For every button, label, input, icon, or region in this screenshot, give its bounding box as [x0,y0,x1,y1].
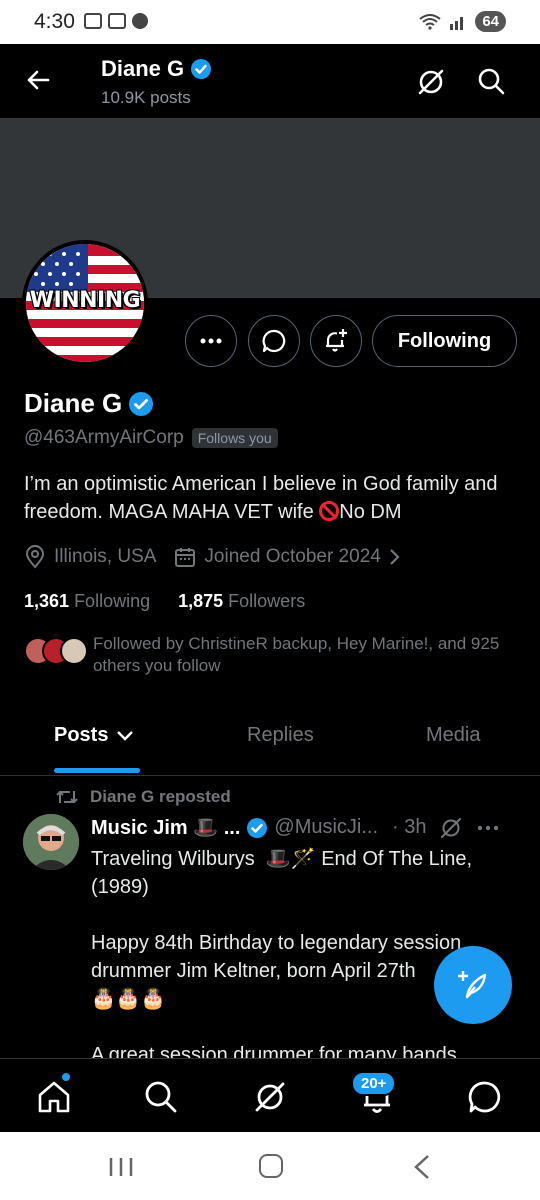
screenshot-icon [84,13,102,29]
bell-plus-icon [326,329,347,352]
location-pin-icon [25,545,45,569]
profile-name-row: Diane G [24,388,154,419]
profile-stats: 1,361 Following 1,875 Followers [24,591,305,612]
location-item: Illinois, USA [24,545,156,569]
active-tab-indicator [54,768,140,773]
profile-avatar[interactable]: WINNING [22,240,148,366]
post-author-name[interactable]: Music Jim 🎩 ... [91,815,240,840]
messages-icon[interactable] [467,1079,503,1115]
verified-badge-icon [191,59,212,79]
back-arrow-icon[interactable] [22,64,54,96]
notification-count-badge: 20+ [351,1071,397,1096]
following-count: 1,361 [24,591,70,611]
recent-apps-icon[interactable] [108,1156,134,1178]
verified-badge-icon[interactable] [128,391,154,417]
repost-icon [56,790,78,804]
post-header: Music Jim 🎩 ... @MusicJi... · 3h [91,815,521,840]
header-name: Diane G [101,56,185,81]
followers-count: 1,875 [178,591,224,611]
header-title: Diane G [101,56,212,82]
calendar-icon [108,13,126,29]
repost-label: Diane G reposted [90,787,231,806]
following-stat[interactable]: 1,361 Following [24,591,150,612]
verified-badge-icon [247,817,268,838]
following-label: Following [74,591,151,611]
author-photo [23,814,79,870]
android-nav-bar [0,1132,540,1200]
joined-item[interactable]: Joined October 2024 [174,546,400,568]
status-bar: 4:30 64 [0,0,540,44]
tab-posts-label: Posts [54,724,109,746]
calendar-icon [175,548,196,567]
followed-by-text: Followed by ChristineR backup, Hey Marin… [92,634,500,675]
follows-you-badge: Follows you [191,428,278,448]
chevron-right-icon [390,549,400,565]
post-author-handle[interactable]: @MusicJi... [274,816,378,839]
tab-posts[interactable]: Posts [54,724,134,747]
android-back-icon[interactable] [412,1154,432,1180]
followers-label: Followers [228,591,306,611]
header-post-count: 10.9K posts [101,88,191,107]
more-dots-icon [200,338,222,344]
message-bubble-icon [262,329,286,353]
tab-replies[interactable]: Replies [247,724,314,747]
battery-indicator: 64 [475,11,506,32]
following-button[interactable]: Following [372,315,517,367]
grok-icon[interactable] [415,66,447,98]
chat-icon [132,13,148,29]
more-options-button[interactable] [185,315,237,367]
profile-name: Diane G [24,388,123,418]
search-icon[interactable] [143,1079,179,1115]
notifications-subscribe-button[interactable] [310,315,362,367]
grok-icon[interactable] [439,816,463,840]
mini-avatar [60,637,88,665]
avatar-text: WINNING [29,288,141,313]
repost-indicator: Diane G reposted [56,787,231,807]
post-author-avatar[interactable] [23,814,79,870]
bio-text: I’m an optimistic American I believe in … [24,473,498,523]
followers-stat[interactable]: 1,875 Followers [178,591,305,612]
home-icon[interactable] [36,1079,72,1115]
tab-media[interactable]: Media [426,724,480,747]
bottom-nav: 20+ [0,1058,540,1132]
home-unread-dot [60,1071,72,1083]
joined-text: Joined October 2024 [204,546,381,567]
status-time: 4:30 [34,10,75,33]
wifi-icon [419,13,441,30]
prohibited-icon [319,501,340,521]
bio-no-dm: No DM [339,501,402,523]
message-button[interactable] [248,315,300,367]
followed-by-row[interactable]: Followed by ChristineR backup, Hey Marin… [24,633,519,677]
signal-icon [450,16,464,30]
profile-tabs: Posts Replies Media [0,700,540,776]
status-notification-icons [84,13,148,29]
post-more-icon[interactable] [477,825,499,831]
chevron-down-icon [117,730,134,741]
profile-meta: Illinois, USA Joined October 2024 [24,543,401,571]
top-nav: Diane G 10.9K posts [0,44,540,118]
profile-bio: I’m an optimistic American I believe in … [24,470,516,526]
compose-post-button[interactable] [434,946,512,1024]
followed-by-avatars [24,633,88,667]
search-icon[interactable] [476,66,506,96]
feather-plus-icon [458,971,487,999]
location-text: Illinois, USA [54,546,157,567]
post-time: · 3h [392,816,427,838]
profile-handle-row: @463ArmyAirCorp Follows you [24,427,278,449]
profile-handle: @463ArmyAirCorp [24,427,184,448]
android-home-button[interactable] [259,1154,283,1178]
grok-icon[interactable] [252,1079,288,1115]
